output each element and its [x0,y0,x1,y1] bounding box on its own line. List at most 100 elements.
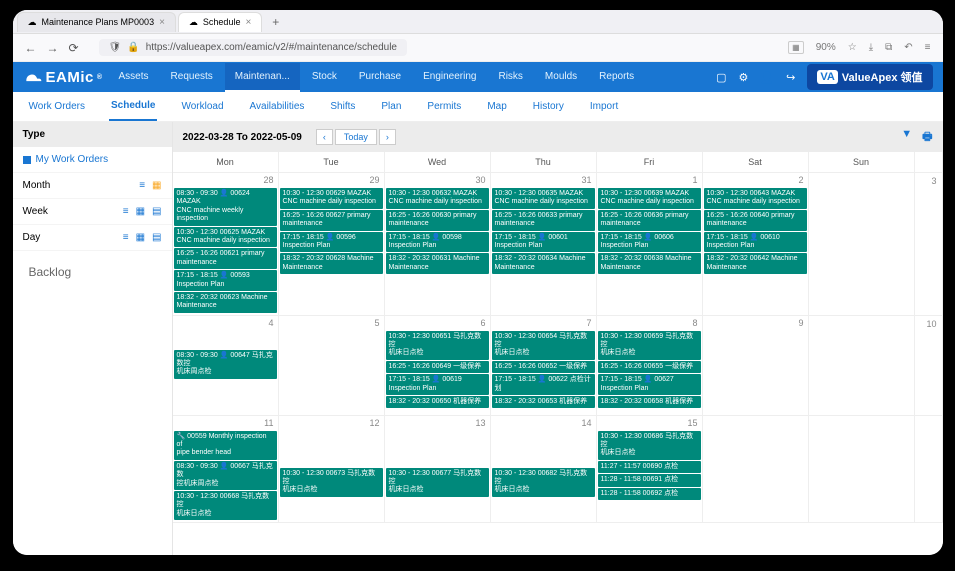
subnav-item[interactable]: History [531,93,566,120]
calendar-cell[interactable]: 210:30 - 12:30 00643 MAZAKCNC machine da… [703,173,809,316]
calendar-cell[interactable]: 1510:30 - 12:30 00686 马扎克数控机床日点检11:27 - … [597,416,703,524]
subnav-item[interactable]: Map [485,93,508,120]
qr-icon[interactable]: ▦ [788,41,804,54]
modnav-item[interactable]: Risks [488,63,532,92]
calendar-event[interactable]: 17:15 - 18:15 👤 00596Inspection Plan [280,232,383,253]
calendar-cell[interactable]: 3110:30 - 12:30 00635 MAZAKCNC machine d… [491,173,597,316]
forward-icon[interactable]: → [47,41,59,55]
browser-tab[interactable]: ☁Maintenance Plans MP0003 × [17,12,176,32]
browser-tab[interactable]: ☁Schedule × [178,12,262,32]
subnav-item[interactable]: Permits [425,93,463,120]
calendar-event[interactable]: 16:25 - 16:26 00649 一级保养 [386,361,489,373]
calendar-cell[interactable]: 710:30 - 12:30 00654 马扎克数控机床日点检16:25 - 1… [491,316,597,416]
calendar-event[interactable]: 18:32 - 20:32 00634 MachineMaintenance [492,253,595,274]
calendar-cell[interactable] [809,173,915,316]
calendar-event[interactable]: 16:25 - 16:26 00640 primarymaintenance [704,210,807,231]
calendar-cell[interactable] [703,416,809,524]
grid-icon[interactable]: ▦ [136,232,145,243]
calendar-cell[interactable] [809,316,915,416]
calendar-event[interactable]: 10:30 - 12:30 00668 马扎克数控机床日点检 [174,491,277,520]
calendar-event[interactable]: 18:32 - 20:32 00658 机器保养 [598,396,701,408]
calendar-cell[interactable] [809,416,915,524]
calendar-event[interactable]: 17:15 - 18:15 👤 00610Inspection Plan [704,232,807,253]
sidebar-view-month[interactable]: Month≡▦ [13,173,172,199]
gear-icon[interactable]: ⚙ [739,71,749,84]
calendar-event[interactable]: 18:32 - 20:32 00631 MachineMaintenance [386,253,489,274]
calendar-event[interactable]: 16:25 - 16:26 00636 primarymaintenance [598,210,701,231]
calendar-event[interactable]: 10:30 - 12:30 00639 MAZAKCNC machine dai… [598,188,701,209]
calendar-cell[interactable]: 11🔧 00559 Monthly inspection ofpipe bend… [173,416,279,524]
list-icon[interactable]: ≡ [123,206,129,217]
calendar-event[interactable]: 10:30 - 12:30 00654 马扎克数控机床日点检 [492,331,595,360]
back-icon[interactable]: ← [25,41,37,55]
today-button[interactable]: Today [335,129,377,145]
modnav-item[interactable]: Moulds [535,63,587,92]
new-tab-button[interactable]: + [264,11,287,33]
calendar-event[interactable]: 16:25 - 16:26 00652 一级保养 [492,361,595,373]
calendar-event[interactable]: 08:30 - 09:30 👤 00667 马扎克数控机床周点检 [174,461,277,490]
star-icon[interactable]: ☆ [848,42,857,53]
calendar-event[interactable]: 17:15 - 18:15 👤 00593Inspection Plan [174,270,277,291]
calendar-event[interactable]: 10:30 - 12:30 00682 马扎克数控机床日点检 [492,468,595,497]
calendar-event[interactable]: 17:15 - 18:15 👤 00627Inspection Plan [598,374,701,395]
calendar-event[interactable]: 10:30 - 12:30 00651 马扎克数控机床日点检 [386,331,489,360]
user-icon[interactable]: 👤 [760,71,774,84]
calendar-event[interactable]: 17:15 - 18:15 👤 00601Inspection Plan [492,232,595,253]
calendar-event[interactable]: 18:32 - 20:32 00623 MachineMaintenance [174,292,277,313]
calendar-event[interactable]: 18:32 - 20:32 00642 MachineMaintenance [704,253,807,274]
filter-icon[interactable]: ▼ [901,128,912,147]
cal-icon[interactable]: ▤ [152,232,161,243]
modnav-item[interactable]: Maintenan... [225,63,300,92]
calendar-event[interactable]: 11:28 - 11:58 00691 点检 [598,474,701,486]
logo[interactable]: EAMic® [23,69,103,86]
calendar-event[interactable]: 10:30 - 12:30 00673 马扎克数控机床日点检 [280,468,383,497]
calendar-cell[interactable]: 2910:30 - 12:30 00629 MAZAKCNC machine d… [279,173,385,316]
sidebar-backlog[interactable]: Backlog [13,251,172,293]
calendar-event[interactable]: 16:25 - 16:26 00627 primarymaintenance [280,210,383,231]
subnav-item[interactable]: Workload [179,93,225,120]
subnav-item[interactable]: Shifts [328,93,357,120]
calendar-event[interactable]: 11:27 - 11:57 00690 点检 [598,461,701,473]
calendar-cell[interactable]: 3010:30 - 12:30 00632 MAZAKCNC machine d… [385,173,491,316]
cal-icon[interactable]: ▤ [152,206,161,217]
valueapex-logo[interactable]: VA ValueApex 领值 [807,64,932,90]
calendar-cell[interactable]: 9 [703,316,809,416]
calendar-event[interactable]: 17:15 - 18:15 👤 00598Inspection Plan [386,232,489,253]
extension-icon[interactable]: ⧉ [885,42,892,53]
grid-y-icon[interactable]: ▦ [152,180,161,191]
modnav-item[interactable]: Engineering [413,63,486,92]
close-icon[interactable]: × [245,17,251,28]
subnav-item[interactable]: Work Orders [27,93,88,120]
calendar-event[interactable]: 11:28 - 11:58 00692 点检 [598,488,701,500]
modnav-item[interactable]: Requests [161,63,223,92]
calendar-event[interactable]: 10:30 - 12:30 00643 MAZAKCNC machine dai… [704,188,807,209]
modnav-item[interactable]: Purchase [349,63,411,92]
modnav-item[interactable]: Assets [109,63,159,92]
calendar-cell[interactable]: 2808:30 - 09:30 👤 00624 MAZAKCNC machine… [173,173,279,316]
calendar-event[interactable]: 🔧 00559 Monthly inspection ofpipe bender… [174,431,277,460]
close-icon[interactable]: × [159,17,165,28]
sidebar-view-week[interactable]: Week≡▦▤ [13,199,172,225]
calendar-event[interactable]: 10:30 - 12:30 00635 MAZAKCNC machine dai… [492,188,595,209]
calendar-event[interactable]: 18:32 - 20:32 00650 机器保养 [386,396,489,408]
calendar-event[interactable]: 16:25 - 16:26 00630 primarymaintenance [386,210,489,231]
next-button[interactable]: › [379,129,396,145]
calendar-event[interactable]: 16:25 - 16:26 00633 primarymaintenance [492,210,595,231]
reload-icon[interactable]: ⟳ [69,41,79,55]
url-box[interactable]: 🛡 🔒 https://valueapex.com/eamic/v2/#/mai… [99,39,407,56]
subnav-item[interactable]: Availabilities [248,93,307,120]
modnav-item[interactable]: Reports [589,63,644,92]
calendar-event[interactable]: 17:15 - 18:15 👤 00606Inspection Plan [598,232,701,253]
calendar-event[interactable]: 16:25 - 16:26 00621 primarymaintenance [174,248,277,269]
calendar-cell[interactable]: 1310:30 - 12:30 00677 马扎克数控机床日点检 [385,416,491,524]
download-icon[interactable]: ⤓ [869,42,873,53]
sidebar-my-work-orders[interactable]: My Work Orders [13,147,172,173]
logout-icon[interactable]: ↪ [786,71,795,84]
calendar-event[interactable]: 10:30 - 12:30 00677 马扎克数控机床日点检 [386,468,489,497]
calendar-cell[interactable]: 110:30 - 12:30 00639 MAZAKCNC machine da… [597,173,703,316]
prev-button[interactable]: ‹ [316,129,333,145]
calendar-event[interactable]: 16:25 - 16:26 00655 一级保养 [598,361,701,373]
modnav-item[interactable]: Stock [302,63,347,92]
calendar-event[interactable]: 10:30 - 12:30 00632 MAZAKCNC machine dai… [386,188,489,209]
calendar-cell[interactable]: 1210:30 - 12:30 00673 马扎克数控机床日点检 [279,416,385,524]
